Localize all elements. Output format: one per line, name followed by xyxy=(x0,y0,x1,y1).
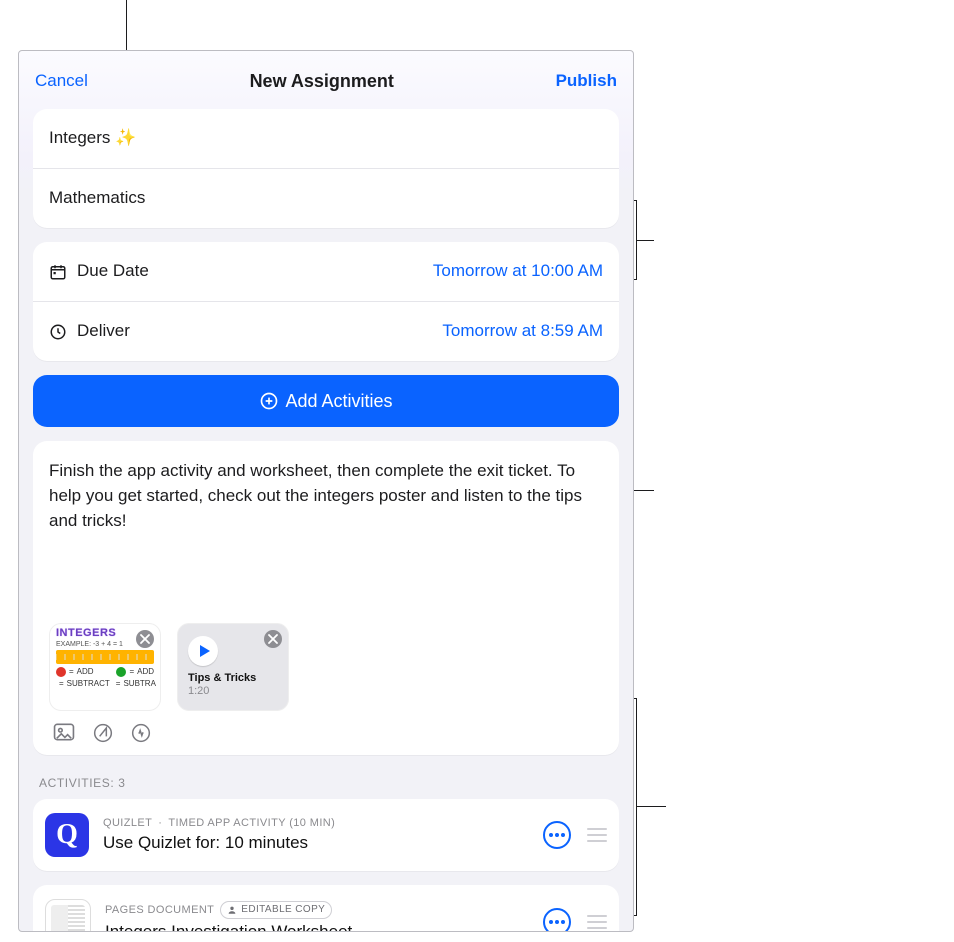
instructions-card: Finish the app activity and worksheet, t… xyxy=(33,441,619,755)
activity-overline: PAGES DOCUMENT EDITABLE COPY xyxy=(105,901,529,919)
add-activities-label: Add Activities xyxy=(285,389,392,413)
poster-row-1: =ADD =ADD xyxy=(50,666,160,678)
attachment-audio-tips[interactable]: Tips & Tricks 1:20 xyxy=(177,623,289,711)
schedule-card: Due Date Tomorrow at 10:00 AM Deliver To… xyxy=(33,242,619,361)
insert-sketch-icon[interactable] xyxy=(93,723,113,743)
deliver-field[interactable]: Deliver Tomorrow at 8:59 AM xyxy=(33,301,619,361)
instructions-toolbar xyxy=(49,711,603,743)
navbar: Cancel New Assignment Publish xyxy=(19,51,633,109)
calendar-icon xyxy=(49,263,67,281)
activity-quizlet[interactable]: Q QUIZLET · TIMED APP ACTIVITY (10 MIN) … xyxy=(33,799,619,871)
quizlet-app-icon: Q xyxy=(45,813,89,857)
poster-number-line xyxy=(56,650,154,664)
activity-title: Integers Investigation Worksheet xyxy=(105,921,529,932)
clock-icon xyxy=(49,323,67,341)
assignment-class-value: Mathematics xyxy=(49,188,145,207)
title-class-card: Integers ✨ Mathematics xyxy=(33,109,619,228)
assignment-title-field[interactable]: Integers ✨ xyxy=(33,109,619,168)
activity-overline: QUIZLET · TIMED APP ACTIVITY (10 MIN) xyxy=(103,816,529,831)
assignment-class-field[interactable]: Mathematics xyxy=(33,168,619,228)
publish-button[interactable]: Publish xyxy=(556,70,617,93)
pages-document-icon xyxy=(45,899,91,932)
due-date-label: Due Date xyxy=(77,260,149,283)
editable-copy-badge: EDITABLE COPY xyxy=(220,901,332,919)
remove-attachment-icon[interactable] xyxy=(264,630,282,648)
assignment-modal: Cancel New Assignment Publish Integers ✨… xyxy=(18,50,634,932)
poster-row-2: =SUBTRACT =SUBTRA xyxy=(50,678,160,690)
attachment-integers-poster[interactable]: INTEGERS EXAMPLE: -3 + 4 = 1 =ADD =ADD =… xyxy=(49,623,161,711)
callout-line-activities xyxy=(636,806,666,807)
due-date-field[interactable]: Due Date Tomorrow at 10:00 AM xyxy=(33,242,619,301)
instructions-text[interactable]: Finish the app activity and worksheet, t… xyxy=(49,459,603,533)
page-title: New Assignment xyxy=(250,69,394,93)
activity-title: Use Quizlet for: 10 minutes xyxy=(103,832,529,855)
activity-more-button[interactable] xyxy=(543,821,571,849)
drag-handle-icon[interactable] xyxy=(587,915,607,929)
assignment-title-value: Integers ✨ xyxy=(49,128,136,147)
drag-handle-icon[interactable] xyxy=(587,828,607,842)
activity-more-button[interactable] xyxy=(543,908,571,932)
play-icon[interactable] xyxy=(188,636,218,666)
audio-title: Tips & Tricks xyxy=(178,672,288,685)
callout-bracket-activities xyxy=(636,698,637,916)
callout-line-dates xyxy=(636,240,654,241)
cancel-button[interactable]: Cancel xyxy=(35,70,88,93)
deliver-label: Deliver xyxy=(77,320,130,343)
insert-photo-icon[interactable] xyxy=(53,723,75,743)
audio-duration: 1:20 xyxy=(178,685,288,698)
plus-circle-icon xyxy=(259,391,279,411)
insert-audio-icon[interactable] xyxy=(131,723,151,743)
activities-header: ACTIVITIES: 3 xyxy=(39,775,613,791)
add-activities-button[interactable]: Add Activities xyxy=(33,375,619,427)
deliver-value: Tomorrow at 8:59 AM xyxy=(442,320,603,343)
activity-pages-document[interactable]: PAGES DOCUMENT EDITABLE COPY Integers In… xyxy=(33,885,619,932)
due-date-value: Tomorrow at 10:00 AM xyxy=(433,260,603,283)
